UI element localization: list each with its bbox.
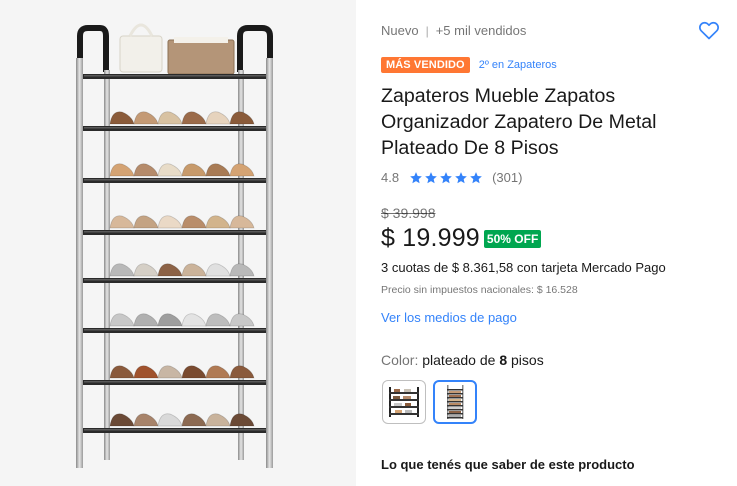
rating-value: 4.8 <box>381 170 400 185</box>
rating-summary[interactable]: 4.8 (301) <box>381 170 522 185</box>
shoe-rack-image <box>76 23 273 468</box>
favorite-button[interactable] <box>697 18 721 42</box>
price-row: $ 19.999 50% OFF <box>381 224 542 253</box>
color-label: Color: <box>381 352 419 368</box>
tax-note: Precio sin impuestos nacionales: $ 16.52… <box>381 284 578 296</box>
condition-label: Nuevo <box>381 23 419 38</box>
current-price: $ 19.999 <box>381 224 480 252</box>
variant-thumbnail <box>447 385 464 419</box>
color-value-suffix: pisos <box>511 352 544 368</box>
discount-badge: 50% OFF <box>483 229 542 248</box>
sold-count: +5 mil vendidos <box>435 23 527 38</box>
star-icon <box>425 171 437 183</box>
product-details-heading: Lo que tenés que saber de este producto <box>381 457 635 472</box>
original-price: $ 39.998 <box>381 205 436 221</box>
star-icon <box>455 171 467 183</box>
heart-outline-icon <box>699 21 719 40</box>
variant-option-black[interactable] <box>382 380 426 424</box>
review-count: (301) <box>492 170 523 185</box>
rating-stars <box>409 171 484 185</box>
star-icon <box>410 171 422 183</box>
separator: | <box>425 23 429 38</box>
star-icon <box>470 171 482 183</box>
star-icon <box>440 171 452 183</box>
payment-methods-link[interactable]: Ver los medios de pago <box>381 310 517 325</box>
best-seller-badge: MÁS VENDIDO <box>381 57 470 73</box>
product-subtitle: Nuevo | +5 mil vendidos <box>381 23 526 38</box>
variant-thumbnail <box>389 387 419 417</box>
color-selector-label: Color: plateado de 8 pisos <box>381 352 544 368</box>
installments-text: 3 cuotas de $ 8.361,58 con tarjeta Merca… <box>381 260 666 275</box>
product-info: Nuevo | +5 mil vendidos MÁS VENDIDO 2º e… <box>381 0 731 486</box>
product-image[interactable] <box>0 0 356 486</box>
color-value-prefix: plateado de <box>422 352 496 368</box>
product-title: Zapateros Mueble Zapatos Organizador Zap… <box>381 85 657 159</box>
variant-option-silver[interactable] <box>433 380 477 424</box>
highlights: MÁS VENDIDO 2º en Zapateros <box>381 57 557 73</box>
ranking-link[interactable]: 2º en Zapateros <box>479 59 557 71</box>
color-value-number: 8 <box>499 352 508 368</box>
